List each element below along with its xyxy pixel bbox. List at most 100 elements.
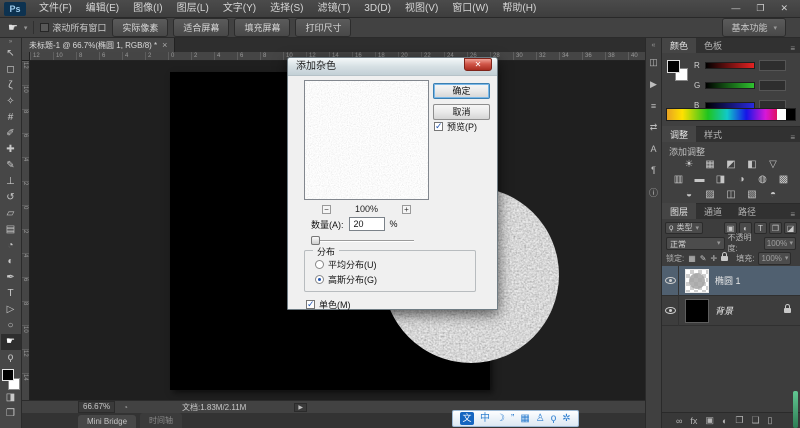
- move-tool[interactable]: ↖: [1, 46, 21, 62]
- new-group-icon[interactable]: ❐: [735, 415, 743, 426]
- history-brush-tool[interactable]: ↺: [1, 190, 21, 206]
- ime-logo[interactable]: 文: [460, 412, 474, 425]
- panel-tab[interactable]: 样式: [696, 126, 730, 142]
- preview-checkbox[interactable]: 预览(P): [434, 120, 477, 133]
- layer-row-ellipse[interactable]: 椭圆 1: [662, 266, 800, 296]
- lock-position-icon[interactable]: ✛: [711, 254, 718, 263]
- ime-settings-icon[interactable]: ✲: [562, 411, 570, 426]
- panel-tab[interactable]: 色板: [696, 37, 730, 53]
- quick-mask-button[interactable]: ◨: [1, 390, 21, 406]
- restore-button[interactable]: ❐: [756, 3, 764, 14]
- zoom-percentage-field[interactable]: 66.67%: [78, 401, 115, 413]
- menu-item[interactable]: 帮助(H): [495, 0, 543, 17]
- dialog-close-button[interactable]: ✕: [464, 58, 492, 71]
- menu-item[interactable]: 文件(F): [32, 0, 79, 17]
- bottom-tab[interactable]: Mini Bridge: [78, 415, 136, 428]
- exposure-icon[interactable]: ◧: [744, 158, 760, 171]
- ime-search-icon[interactable]: ϙ: [551, 411, 557, 426]
- lock-all-icon[interactable]: [721, 256, 728, 261]
- adjustment-layer-icon[interactable]: ◐: [722, 416, 727, 426]
- brush-presets-panel-icon[interactable]: ◫: [646, 57, 661, 68]
- uniform-radio[interactable]: 平均分布(U): [315, 258, 377, 271]
- channel-slider[interactable]: [705, 62, 755, 69]
- black-swatch[interactable]: [786, 109, 795, 120]
- lock-transparent-pixels-icon[interactable]: ▦: [688, 254, 696, 263]
- layer-name[interactable]: 椭圆 1: [715, 274, 741, 287]
- ime-fullwidth-icon[interactable]: ☽: [496, 411, 505, 426]
- options-button[interactable]: 实际像素: [112, 18, 168, 37]
- dodge-tool[interactable]: ◐: [1, 254, 21, 270]
- dialog-title-bar[interactable]: 添加杂色 ✕: [288, 58, 497, 76]
- menu-item[interactable]: 文字(Y): [216, 0, 263, 17]
- menu-item[interactable]: 编辑(E): [79, 0, 126, 17]
- collapse-toolbar-icon[interactable]: »: [9, 38, 12, 46]
- quick-selection-tool[interactable]: ✧: [1, 94, 21, 110]
- photo-filter-icon[interactable]: ◑: [734, 173, 750, 186]
- info-panel-icon[interactable]: ⓘ: [646, 186, 661, 199]
- color-spectrum-bar[interactable]: [666, 108, 796, 121]
- ime-language-icon[interactable]: 中: [480, 411, 490, 426]
- ime-softkeyboard-icon[interactable]: ▦: [520, 411, 529, 426]
- marquee-tool[interactable]: ◻: [1, 62, 21, 78]
- threshold-icon[interactable]: ◫: [723, 188, 739, 201]
- panel-tab[interactable]: 路径: [730, 203, 764, 219]
- menu-item[interactable]: 选择(S): [263, 0, 310, 17]
- filter-shape-layers-icon[interactable]: ❐: [769, 222, 782, 234]
- zoom-out-button[interactable]: −: [322, 205, 331, 214]
- filter-type-dropdown[interactable]: ϙ 类型 ▾: [665, 222, 703, 234]
- clone-stamp-tool[interactable]: ⊥: [1, 174, 21, 190]
- hue-saturation-icon[interactable]: ▥: [671, 173, 687, 186]
- layer-thumbnail[interactable]: [685, 269, 709, 293]
- layer-mask-icon[interactable]: ▣: [705, 415, 714, 426]
- panel-menu-icon[interactable]: ≡: [790, 133, 800, 142]
- panel-menu-icon[interactable]: ≡: [790, 210, 800, 219]
- menu-item[interactable]: 3D(D): [357, 0, 398, 17]
- bottom-tab[interactable]: 时间轴: [140, 413, 182, 428]
- zoom-tool[interactable]: ϙ: [1, 350, 21, 366]
- foreground-color-swatch[interactable]: [667, 60, 680, 73]
- document-tab[interactable]: 未标题-1 @ 66.7%(椭圆 1, RGB/8) * ×: [22, 38, 175, 52]
- options-button[interactable]: 适合屏幕: [173, 18, 229, 37]
- channel-mixer-icon[interactable]: ◍: [755, 173, 771, 186]
- paragraph-panel-icon[interactable]: ¶: [646, 165, 661, 175]
- menu-item[interactable]: 滤镜(T): [311, 0, 358, 17]
- color-lookup-icon[interactable]: ▩: [776, 173, 792, 186]
- vibrance-icon[interactable]: ▽: [765, 158, 781, 171]
- minimize-button[interactable]: —: [731, 3, 740, 14]
- new-layer-icon[interactable]: ❑: [751, 415, 759, 426]
- layer-name[interactable]: 背景: [715, 304, 733, 317]
- layer-row-background[interactable]: 背景: [662, 296, 800, 326]
- brush-tool[interactable]: ✎: [1, 158, 21, 174]
- channel-slider[interactable]: [705, 82, 755, 89]
- opacity-field[interactable]: 100% ▾: [764, 237, 796, 250]
- channel-value-field[interactable]: [759, 80, 786, 91]
- expand-panels-icon[interactable]: «: [652, 42, 656, 50]
- screen-mode-button[interactable]: ❐: [1, 406, 21, 422]
- character-panel-icon[interactable]: A: [646, 144, 661, 154]
- lock-image-pixels-icon[interactable]: ✎: [700, 254, 707, 263]
- ime-account-icon[interactable]: ♙: [536, 411, 545, 426]
- tab-close-icon[interactable]: ×: [162, 40, 167, 50]
- healing-brush-tool[interactable]: ✚: [1, 142, 21, 158]
- black-white-icon[interactable]: ◨: [713, 173, 729, 186]
- blur-tool[interactable]: ◔: [1, 238, 21, 254]
- visibility-cell[interactable]: [662, 266, 679, 296]
- options-button[interactable]: 打印尺寸: [295, 18, 351, 37]
- cancel-button[interactable]: 取消: [433, 104, 490, 120]
- close-button[interactable]: ✕: [780, 3, 788, 14]
- gradient-map-icon[interactable]: ▧: [744, 188, 760, 201]
- eraser-tool[interactable]: ▱: [1, 206, 21, 222]
- panel-tab[interactable]: 调整: [662, 126, 696, 142]
- history-panel-icon[interactable]: ≡: [646, 101, 661, 111]
- panel-tab[interactable]: 通道: [696, 203, 730, 219]
- crop-tool[interactable]: #: [1, 110, 21, 126]
- options-button[interactable]: 填充屏幕: [234, 18, 290, 37]
- lasso-tool[interactable]: ζ: [1, 78, 21, 94]
- levels-icon[interactable]: ▦: [702, 158, 718, 171]
- ok-button[interactable]: 确定: [433, 83, 490, 99]
- invert-icon[interactable]: ◒: [681, 188, 697, 201]
- menu-item[interactable]: 图层(L): [170, 0, 216, 17]
- type-tool[interactable]: T: [1, 286, 21, 302]
- tool-preset-caret-icon[interactable]: ▾: [24, 24, 28, 32]
- layer-style-icon[interactable]: fx: [690, 416, 697, 426]
